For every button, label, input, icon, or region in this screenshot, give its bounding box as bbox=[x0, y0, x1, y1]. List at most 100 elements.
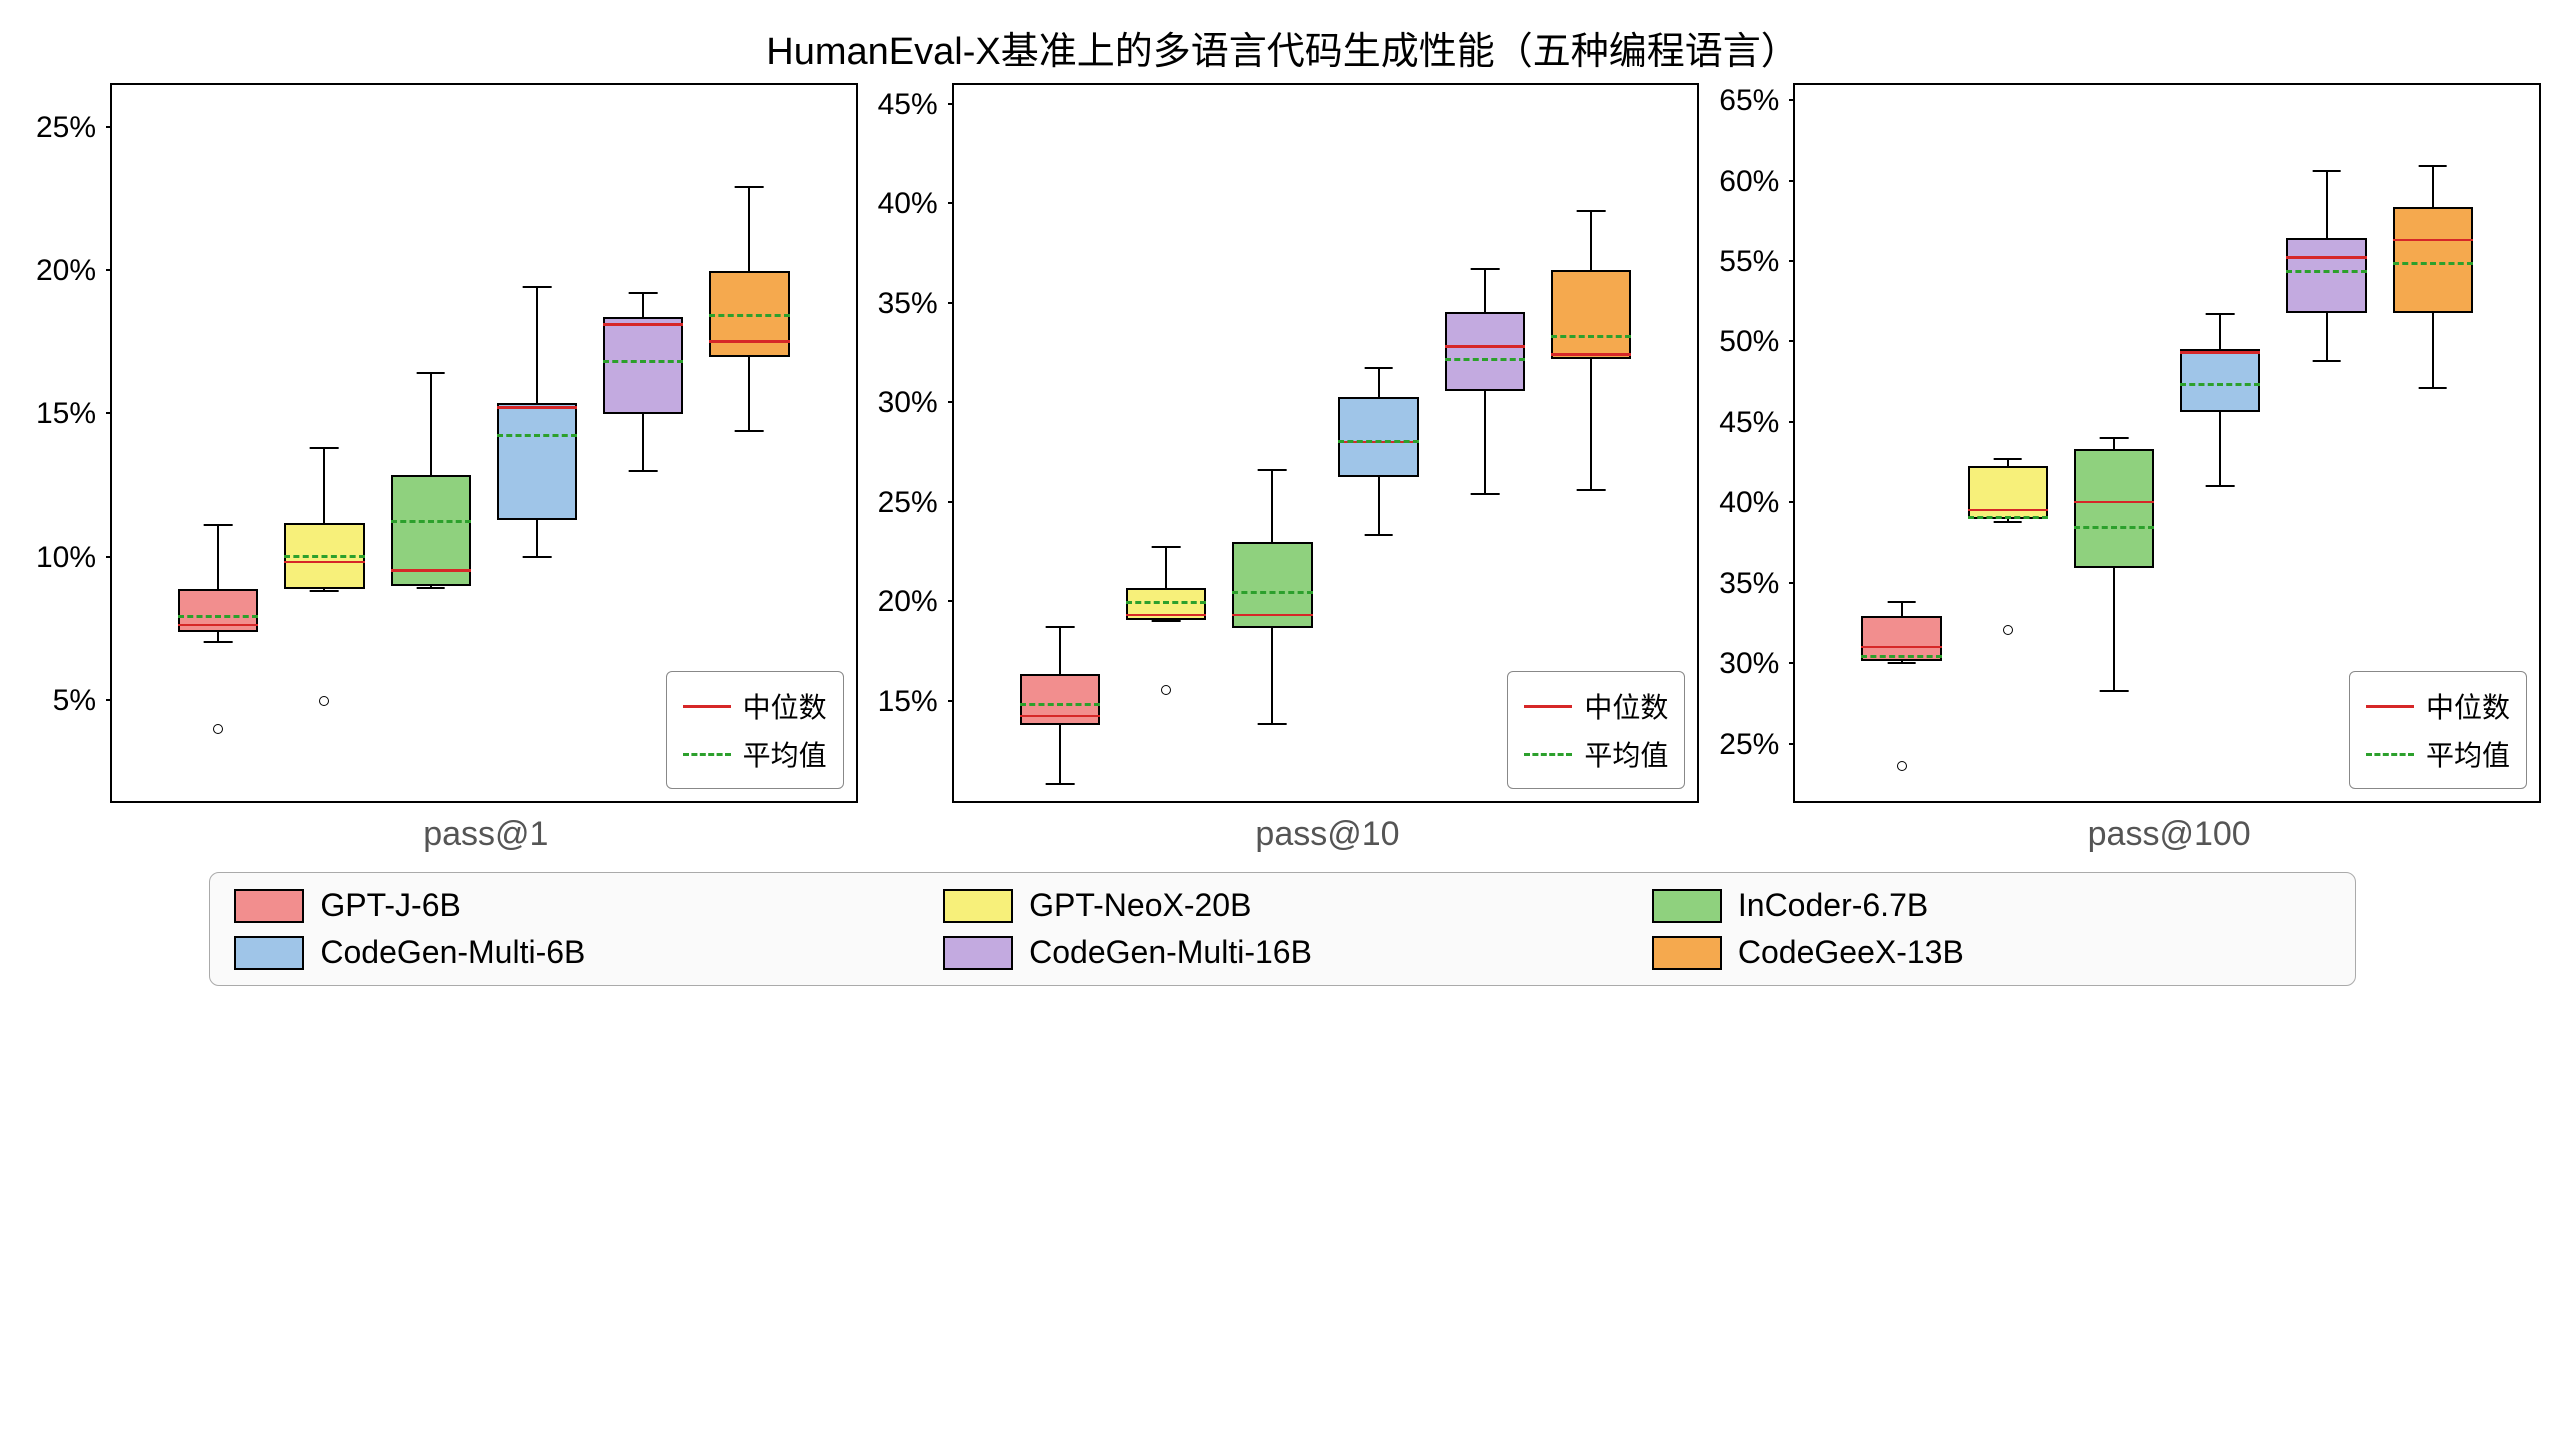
y-tick-label: 30% bbox=[878, 386, 938, 420]
whisker-cap bbox=[1364, 367, 1393, 369]
y-tick-label: 25% bbox=[36, 111, 96, 145]
y-tick-label: 10% bbox=[36, 541, 96, 575]
median-line bbox=[2286, 256, 2366, 259]
mean-line bbox=[1020, 703, 1100, 706]
plot-area: 5%10%15%20%25%中位数平均值 bbox=[110, 83, 858, 803]
y-tick-label: 45% bbox=[1719, 406, 1779, 440]
outlier bbox=[319, 696, 329, 706]
legend-swatch bbox=[1652, 889, 1722, 923]
mean-line bbox=[2286, 270, 2366, 273]
y-axis: 25%30%35%40%45%50%55%60%65% bbox=[1705, 85, 1787, 801]
boxplot bbox=[383, 85, 479, 801]
whisker-cap bbox=[735, 430, 764, 432]
y-tick-label: 50% bbox=[1719, 325, 1779, 359]
legend-swatch bbox=[234, 936, 304, 970]
legend-label: CodeGen-Multi-16B bbox=[1029, 934, 1312, 971]
mini-legend-label: 平均值 bbox=[743, 734, 827, 774]
mean-line bbox=[497, 434, 577, 437]
legend-label: GPT-NeoX-20B bbox=[1029, 887, 1251, 924]
whisker-cap bbox=[1471, 493, 1500, 495]
mean-line bbox=[1445, 358, 1525, 361]
box bbox=[2074, 449, 2154, 568]
mean-line bbox=[1861, 655, 1941, 658]
boxplot bbox=[1225, 85, 1321, 801]
boxplot bbox=[277, 85, 373, 801]
chart-panel: 25%30%35%40%45%50%55%60%65%中位数平均值pass@10… bbox=[1703, 83, 2545, 854]
median-line bbox=[2393, 239, 2473, 242]
mean-line bbox=[2074, 526, 2154, 529]
y-tick-mark bbox=[1789, 340, 1795, 342]
mini-legend-median: 中位数 bbox=[683, 682, 827, 730]
y-tick-mark bbox=[948, 302, 954, 304]
whisker-cap bbox=[1993, 458, 2022, 460]
legend-label: InCoder-6.7B bbox=[1738, 887, 1928, 924]
mini-legend-mean: 平均值 bbox=[1524, 730, 1668, 778]
boxplot bbox=[1960, 85, 2056, 801]
whisker-cap bbox=[1152, 620, 1181, 622]
line-icon bbox=[2366, 705, 2414, 708]
median-line bbox=[1968, 509, 2048, 512]
whisker-cap bbox=[1577, 210, 1606, 212]
whisker-cap bbox=[1471, 268, 1500, 270]
outlier bbox=[2003, 625, 2013, 635]
y-tick-mark bbox=[948, 103, 954, 105]
box bbox=[2286, 238, 2366, 314]
boxplot bbox=[2066, 85, 2162, 801]
box bbox=[1968, 466, 2048, 519]
mini-legend-label: 平均值 bbox=[2426, 734, 2510, 774]
y-tick-mark bbox=[106, 412, 112, 414]
y-tick-label: 35% bbox=[878, 287, 938, 321]
y-tick-mark bbox=[106, 269, 112, 271]
median-line bbox=[1126, 614, 1206, 617]
legend-label: CodeGen-Multi-6B bbox=[320, 934, 585, 971]
chart-panel: 5%10%15%20%25%中位数平均值pass@1 bbox=[20, 83, 862, 854]
whisker-cap bbox=[204, 641, 233, 643]
whisker-cap bbox=[523, 286, 552, 288]
box bbox=[1551, 270, 1631, 360]
chart-panel: 15%20%25%30%35%40%45%中位数平均值pass@10 bbox=[862, 83, 1704, 854]
median-line bbox=[709, 340, 789, 343]
legend-swatch bbox=[234, 889, 304, 923]
box bbox=[603, 317, 683, 414]
mini-legend-label: 中位数 bbox=[743, 686, 827, 726]
y-tick-mark bbox=[948, 700, 954, 702]
y-tick-label: 45% bbox=[878, 88, 938, 122]
outlier bbox=[213, 724, 223, 734]
median-line bbox=[1445, 345, 1525, 348]
dashed-line-icon bbox=[2366, 753, 2414, 756]
legend-swatch bbox=[943, 889, 1013, 923]
legend-label: CodeGeeX-13B bbox=[1738, 934, 1964, 971]
median-line bbox=[1232, 614, 1312, 617]
y-tick-mark bbox=[948, 600, 954, 602]
legend-item: CodeGen-Multi-6B bbox=[234, 934, 913, 971]
y-tick-label: 55% bbox=[1719, 245, 1779, 279]
mean-line bbox=[391, 520, 471, 523]
y-tick-mark bbox=[106, 126, 112, 128]
box bbox=[2180, 349, 2260, 412]
y-tick-label: 15% bbox=[36, 397, 96, 431]
mean-line bbox=[1338, 440, 1418, 443]
box bbox=[1020, 674, 1100, 726]
boxplot bbox=[170, 85, 266, 801]
plot-area: 25%30%35%40%45%50%55%60%65%中位数平均值 bbox=[1793, 83, 2541, 803]
chart-container: HumanEval-X基准上的多语言代码生成性能（五种编程语言） 5%10%15… bbox=[20, 20, 2545, 986]
mean-line bbox=[709, 314, 789, 317]
median-line bbox=[603, 323, 683, 326]
whisker-cap bbox=[1577, 489, 1606, 491]
whisker-cap bbox=[2418, 387, 2447, 389]
mini-legend: 中位数平均值 bbox=[1507, 671, 1685, 789]
median-line bbox=[178, 624, 258, 627]
mean-line bbox=[1232, 591, 1312, 594]
y-tick-mark bbox=[1789, 582, 1795, 584]
whisker-cap bbox=[629, 470, 658, 472]
whisker-cap bbox=[2312, 360, 2341, 362]
legend-label: GPT-J-6B bbox=[320, 887, 460, 924]
mini-legend-label: 中位数 bbox=[2426, 686, 2510, 726]
mean-line bbox=[1551, 335, 1631, 338]
boxplot bbox=[489, 85, 585, 801]
median-line bbox=[2074, 501, 2154, 504]
boxplot bbox=[1012, 85, 1108, 801]
boxplot bbox=[1854, 85, 1950, 801]
dashed-line-icon bbox=[683, 753, 731, 756]
mini-legend-label: 中位数 bbox=[1584, 686, 1668, 726]
